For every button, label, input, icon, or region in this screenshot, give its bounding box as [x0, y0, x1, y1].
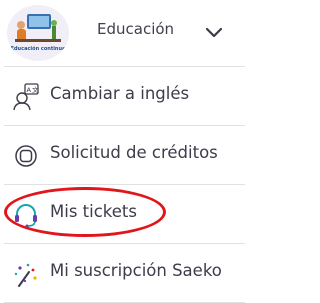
- menu-item-label: Mis tickets: [50, 202, 137, 221]
- chevron-down-icon[interactable]: [203, 25, 225, 41]
- logo-text: Educación continua: [10, 46, 66, 52]
- menu-item-saeko-subscription[interactable]: Mi suscripción Saeko: [4, 244, 245, 303]
- credits-coin-icon: [11, 141, 41, 171]
- menu-header: Educación continua Educación: [0, 0, 245, 66]
- menu-item-change-language[interactable]: A 文 Cambiar a inglés: [4, 66, 245, 126]
- menu-item-label: Cambiar a inglés: [50, 84, 190, 103]
- menu-item-my-tickets[interactable]: Mis tickets: [4, 185, 245, 244]
- side-menu: A 文 Cambiar a inglés Solicitud de crédit…: [0, 66, 245, 303]
- sparkle-subscription-icon: [11, 259, 41, 289]
- education-logo: Educación continua: [7, 5, 69, 61]
- svg-text:A: A: [27, 86, 32, 94]
- svg-text:文: 文: [32, 85, 39, 94]
- language-speaker-icon: A 文: [11, 82, 41, 112]
- menu-item-label: Solicitud de créditos: [50, 143, 218, 162]
- menu-item-credit-request[interactable]: Solicitud de créditos: [4, 126, 245, 185]
- headset-support-icon: [11, 200, 41, 230]
- menu-item-label: Mi suscripción Saeko: [50, 261, 222, 280]
- section-title: Educación: [97, 20, 175, 38]
